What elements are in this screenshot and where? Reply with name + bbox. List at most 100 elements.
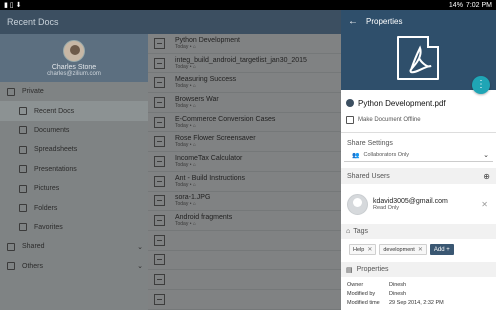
offline-row[interactable]: Make Document Offline bbox=[341, 114, 496, 126]
file-icon bbox=[154, 57, 165, 69]
shared-user-item[interactable]: kdavid3005@gmail.com Read Only ✕ bbox=[341, 189, 496, 219]
add-user-icon[interactable]: ⊕ bbox=[483, 172, 490, 181]
user-avatar bbox=[347, 193, 368, 215]
folder-icon bbox=[19, 204, 27, 213]
properties-row: ▤ Properties bbox=[341, 264, 496, 275]
sidebar-item-spreadsheets[interactable]: Spreadsheets bbox=[0, 140, 148, 159]
sidebar-item-label: Private bbox=[22, 88, 44, 96]
recent-icon bbox=[19, 107, 27, 116]
modified-time-key: Modified time bbox=[347, 300, 380, 306]
sidebar-item-recent-docs[interactable]: Recent Docs bbox=[0, 101, 148, 121]
file-name: E-Commerce Conversion Cases bbox=[175, 115, 276, 123]
remove-tag-icon[interactable]: ✕ bbox=[367, 246, 372, 253]
sidebar-item-label: Shared bbox=[22, 243, 45, 251]
file-name: Android fragments bbox=[175, 214, 233, 222]
list-item[interactable] bbox=[148, 231, 341, 251]
file-name: Measuring Success bbox=[175, 76, 237, 84]
file-meta: Today • ⌂ bbox=[175, 122, 196, 129]
sidebar-item-label: Presentations bbox=[34, 165, 77, 173]
sidebar-item-favorites[interactable]: Favorites bbox=[0, 218, 148, 237]
file-icon bbox=[154, 175, 165, 187]
offline-label: Make Document Offline bbox=[358, 117, 421, 123]
sidebar-item-label: Documents bbox=[34, 126, 70, 134]
list-item[interactable]: Measuring Success Today • ⌂ bbox=[148, 73, 341, 94]
file-meta: Today • ⌂ bbox=[175, 181, 196, 188]
file-icon bbox=[154, 274, 165, 286]
add-tag-button[interactable]: Add + bbox=[429, 244, 454, 255]
file-icon bbox=[154, 96, 165, 108]
owner-row: Owner Dinesh bbox=[347, 282, 406, 288]
sidebar-item-label: Favorites bbox=[34, 223, 63, 231]
share-value: Collaborators Only bbox=[363, 152, 410, 158]
pdf-file-icon bbox=[397, 36, 439, 80]
divider bbox=[341, 132, 496, 133]
list-item[interactable]: Ant - Build Instructions Today • ⌂ bbox=[148, 172, 341, 192]
list-item[interactable]: Android fragments Today • ⌂ bbox=[148, 211, 341, 231]
tag-chip[interactable]: Help ✕ bbox=[349, 244, 377, 255]
chevron-down-icon[interactable]: ⌄ bbox=[137, 262, 143, 270]
list-item[interactable]: integ_build_android_targetlist_jan30_201… bbox=[148, 54, 341, 74]
file-icon bbox=[154, 116, 165, 128]
share-dropdown[interactable]: 👥 Collaborators Only ⌄ bbox=[344, 149, 493, 162]
status-bar: ▮ ▯ ⬇ 14% 7:02 PM bbox=[0, 0, 496, 10]
grid-icon bbox=[7, 262, 15, 271]
file-name: sora-1.JPG bbox=[175, 194, 211, 202]
navigation-drawer: Charles Stone charles@zilium.com Private… bbox=[0, 34, 148, 310]
file-name: Python Development.pdf bbox=[358, 98, 446, 108]
tags-row: ⌂ Tags bbox=[341, 226, 496, 237]
back-arrow-icon[interactable]: ← bbox=[348, 16, 358, 27]
sidebar-item-folders[interactable]: Folders bbox=[0, 198, 148, 217]
properties-panel: ← Properties ⋮ Python Development.pdf Ma… bbox=[341, 10, 496, 310]
avatar bbox=[63, 39, 85, 62]
share-settings-header: Share Settings bbox=[341, 137, 496, 149]
list-item[interactable]: Rose Flower Screensaver Today • ⌂ bbox=[148, 132, 341, 153]
sidebar-item-presentations[interactable]: Presentations bbox=[0, 160, 148, 179]
list-item[interactable]: Python Development Today • ⌂ bbox=[148, 34, 341, 54]
remove-tag-icon[interactable]: ✕ bbox=[418, 246, 423, 253]
file-list: Python Development Today • ⌂ integ_build_a… bbox=[148, 34, 341, 310]
sidebar-item-label: Others bbox=[22, 262, 44, 270]
chevron-down-icon[interactable]: ⌄ bbox=[137, 243, 143, 251]
file-icon bbox=[154, 37, 165, 49]
shared-users-label: Shared Users bbox=[347, 173, 390, 180]
sidebar-item-private[interactable]: Private bbox=[0, 82, 148, 101]
sidebar-item-others[interactable]: Others ⌄ bbox=[0, 257, 148, 276]
file-icon bbox=[154, 136, 165, 148]
panel-title: Properties bbox=[366, 17, 403, 26]
sidebar-item-label: Spreadsheets bbox=[34, 146, 78, 154]
file-meta: Today • ⌂ bbox=[175, 142, 196, 149]
tag-chip[interactable]: development ✕ bbox=[379, 244, 427, 255]
file-meta: Today • ⌂ bbox=[175, 221, 196, 228]
file-name: Python Development bbox=[175, 36, 240, 44]
star-icon bbox=[19, 223, 27, 232]
owner-key: Owner bbox=[347, 282, 364, 288]
profile-header[interactable]: Charles Stone charles@zilium.com bbox=[0, 34, 148, 82]
file-meta: Today • ⌂ bbox=[175, 102, 196, 109]
list-item[interactable]: sora-1.JPG Today • ⌂ bbox=[148, 192, 341, 212]
sidebar-item-shared[interactable]: Shared ⌄ bbox=[0, 237, 148, 256]
sidebar-item-label: Pictures bbox=[34, 185, 60, 193]
sidebar-item-pictures[interactable]: Pictures bbox=[0, 179, 148, 198]
profile-email: charles@zilium.com bbox=[47, 70, 101, 77]
remove-user-icon[interactable]: ✕ bbox=[481, 200, 488, 209]
list-item[interactable] bbox=[148, 251, 341, 271]
spreadsheet-icon bbox=[19, 145, 27, 154]
list-item[interactable] bbox=[148, 290, 341, 310]
list-item[interactable]: Browsers War Today • ⌂ bbox=[148, 93, 341, 113]
sidebar-item-documents[interactable]: Documents bbox=[0, 121, 148, 140]
chevron-down-icon: ⌄ bbox=[483, 152, 489, 159]
share-settings-label: Share Settings bbox=[347, 139, 393, 147]
notification-icons: ▮ ▯ ⬇ bbox=[4, 2, 22, 9]
list-item[interactable] bbox=[148, 270, 341, 290]
list-item[interactable]: IncomeTax Calculator Today • ⌂ bbox=[148, 152, 341, 172]
list-item[interactable]: E-Commerce Conversion Cases Today • ⌂ bbox=[148, 113, 341, 133]
more-options-fab[interactable]: ⋮ bbox=[472, 76, 490, 94]
file-name: IncomeTax Calculator bbox=[175, 154, 243, 162]
clock: 7:02 PM bbox=[465, 1, 492, 9]
sidebar-item-label: Recent Docs bbox=[34, 107, 75, 115]
owner-value: Dinesh bbox=[389, 282, 407, 288]
file-name: Browsers War bbox=[175, 95, 219, 103]
file-meta: Today • ⌂ bbox=[175, 201, 196, 208]
document-icon bbox=[19, 126, 27, 135]
file-name-row[interactable]: Python Development.pdf bbox=[341, 96, 496, 110]
